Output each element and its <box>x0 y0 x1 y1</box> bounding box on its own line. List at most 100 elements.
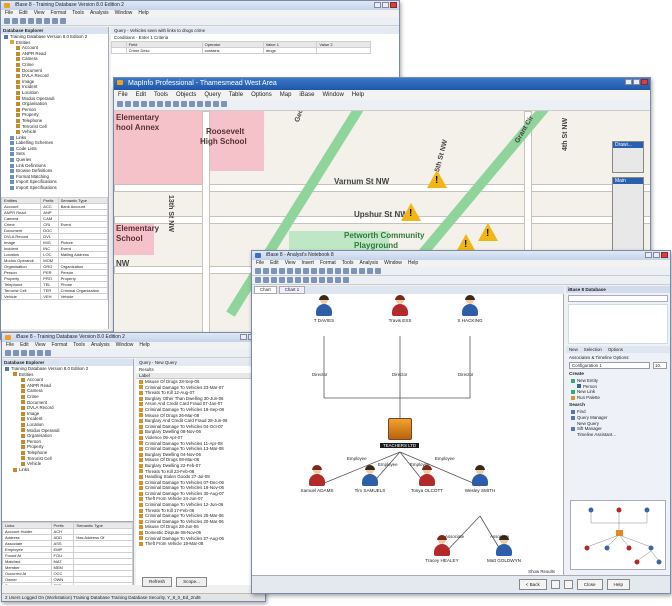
tool-icon[interactable] <box>295 268 301 274</box>
female-person-icon[interactable] <box>308 465 326 486</box>
table-row[interactable]: SeenSEE <box>2 582 133 585</box>
cond-cell[interactable]: drugs <box>262 47 318 54</box>
menu-map[interactable]: Map <box>280 90 292 100</box>
show-results-link[interactable]: Show Results <box>528 569 555 574</box>
tool-icon[interactable] <box>157 101 163 107</box>
menu-options[interactable]: Options <box>251 90 272 100</box>
menu-edit[interactable]: Edit <box>20 342 29 349</box>
tool-icon[interactable] <box>271 268 277 274</box>
tool-icon[interactable] <box>295 277 301 283</box>
tool-icon[interactable] <box>189 101 195 107</box>
tool-icon[interactable] <box>37 350 43 356</box>
person-label[interactable]: Travis ESS <box>377 318 423 323</box>
tool-icon[interactable] <box>335 277 341 283</box>
query-tab[interactable]: Query - Vehicles seen with links to drug… <box>111 27 399 34</box>
tool-icon[interactable] <box>149 101 155 107</box>
list-item[interactable]: Theft From Vehicle 19-Mar-08 <box>139 541 265 547</box>
incident-warning-icon[interactable]: ! <box>401 203 421 221</box>
close-button[interactable] <box>661 252 668 258</box>
male-person-icon[interactable] <box>361 465 379 486</box>
tool-icon[interactable] <box>255 268 261 274</box>
menu-view[interactable]: View <box>285 260 296 267</box>
tab-chart[interactable]: Chart <box>254 286 277 294</box>
tool-icon[interactable] <box>343 268 349 274</box>
assoc-config-select[interactable]: Configuration 1 <box>569 362 650 369</box>
minimize-button[interactable] <box>240 334 247 340</box>
menu-format[interactable]: Format <box>51 342 67 349</box>
tool-icon[interactable] <box>4 18 10 24</box>
menu-analysis[interactable]: Analysis <box>359 260 378 267</box>
menu-query[interactable]: Query <box>204 90 220 100</box>
person-label[interactable]: S HACKING <box>447 318 493 323</box>
menu-window[interactable]: Window <box>322 90 343 100</box>
tool-icon[interactable] <box>52 18 58 24</box>
tool-icon[interactable] <box>133 101 139 107</box>
minimize-button[interactable] <box>374 2 381 8</box>
tool-icon[interactable] <box>287 268 293 274</box>
tool-icon[interactable] <box>44 18 50 24</box>
tool-icon[interactable] <box>45 350 51 356</box>
incident-warning-icon[interactable]: ! <box>427 170 447 188</box>
menu-file[interactable]: File <box>5 10 13 17</box>
cond-cell[interactable]: contains <box>201 47 264 54</box>
help-button[interactable]: Help <box>606 579 630 590</box>
query-tab[interactable]: Query - New Query <box>136 359 265 366</box>
person-label[interactable]: Tonya OLCOTT <box>404 488 450 493</box>
tool-icon[interactable] <box>263 277 269 283</box>
minimize-button[interactable] <box>625 79 632 85</box>
tab-options[interactable]: Options <box>608 347 623 352</box>
tool-icon[interactable] <box>319 277 325 283</box>
overview-thumbnail[interactable] <box>570 500 666 570</box>
cond-cell[interactable]: Crime Desc <box>125 47 203 54</box>
tab-new[interactable]: New <box>569 347 578 352</box>
person-label[interactable]: Tracey HEALEY <box>419 558 465 563</box>
male-person-icon[interactable] <box>315 295 333 316</box>
menu-view[interactable]: View <box>35 342 46 349</box>
male-person-icon[interactable] <box>461 295 479 316</box>
maximize-button[interactable] <box>633 79 640 85</box>
tool-icon[interactable] <box>21 350 27 356</box>
tool-icon[interactable] <box>279 268 285 274</box>
tool-icon[interactable] <box>29 350 35 356</box>
tree-item[interactable]: Import Specifications <box>10 185 108 191</box>
menu-file[interactable]: File <box>118 90 128 100</box>
minimize-button[interactable] <box>645 252 652 258</box>
tool-icon[interactable] <box>327 277 333 283</box>
tool-icon[interactable] <box>28 18 34 24</box>
tool-icon[interactable] <box>359 268 365 274</box>
tool-icon[interactable] <box>60 18 66 24</box>
tree-item[interactable]: Links <box>13 467 133 473</box>
tool-icon[interactable] <box>375 268 381 274</box>
back-button[interactable]: < Back <box>518 579 547 590</box>
menu-tools[interactable]: Tools <box>72 10 84 17</box>
menu-analysis[interactable]: Analysis <box>91 342 110 349</box>
tool-icon[interactable] <box>205 101 211 107</box>
male-person-icon[interactable] <box>471 465 489 486</box>
person-label[interactable]: Samuel ADAMS <box>294 488 340 493</box>
tool-icon[interactable] <box>213 101 219 107</box>
menu-tools[interactable]: Tools <box>342 260 354 267</box>
menu-help[interactable]: Help <box>139 342 149 349</box>
tab-chart-1[interactable]: Chart 1 <box>278 286 306 294</box>
menu-analysis[interactable]: Analysis <box>90 10 109 17</box>
menu-tools[interactable]: Tools <box>154 90 168 100</box>
menu-insert[interactable]: Insert <box>301 260 314 267</box>
female-person-icon[interactable] <box>418 465 436 486</box>
tool-icon[interactable] <box>117 101 123 107</box>
side-panel-search-box[interactable] <box>568 295 668 302</box>
person-label[interactable]: Matt GOLDWYN <box>481 558 527 563</box>
tool-icon[interactable] <box>319 268 325 274</box>
tool-icon[interactable] <box>221 101 227 107</box>
menu-edit[interactable]: Edit <box>270 260 279 267</box>
tool-icon[interactable] <box>13 350 19 356</box>
organisation-label[interactable]: TEACHERS LTD <box>380 443 420 448</box>
close-dialog-button[interactable]: Close <box>576 579 603 590</box>
tool-icon[interactable] <box>197 101 203 107</box>
tool-icon[interactable] <box>367 268 373 274</box>
menu-format[interactable]: Format <box>50 10 66 17</box>
tool-icon[interactable] <box>263 268 269 274</box>
tool-icon[interactable] <box>287 277 293 283</box>
close-button[interactable] <box>641 79 648 85</box>
print-icon[interactable] <box>550 580 560 589</box>
person-label[interactable]: Wesley SMITH <box>457 488 503 493</box>
